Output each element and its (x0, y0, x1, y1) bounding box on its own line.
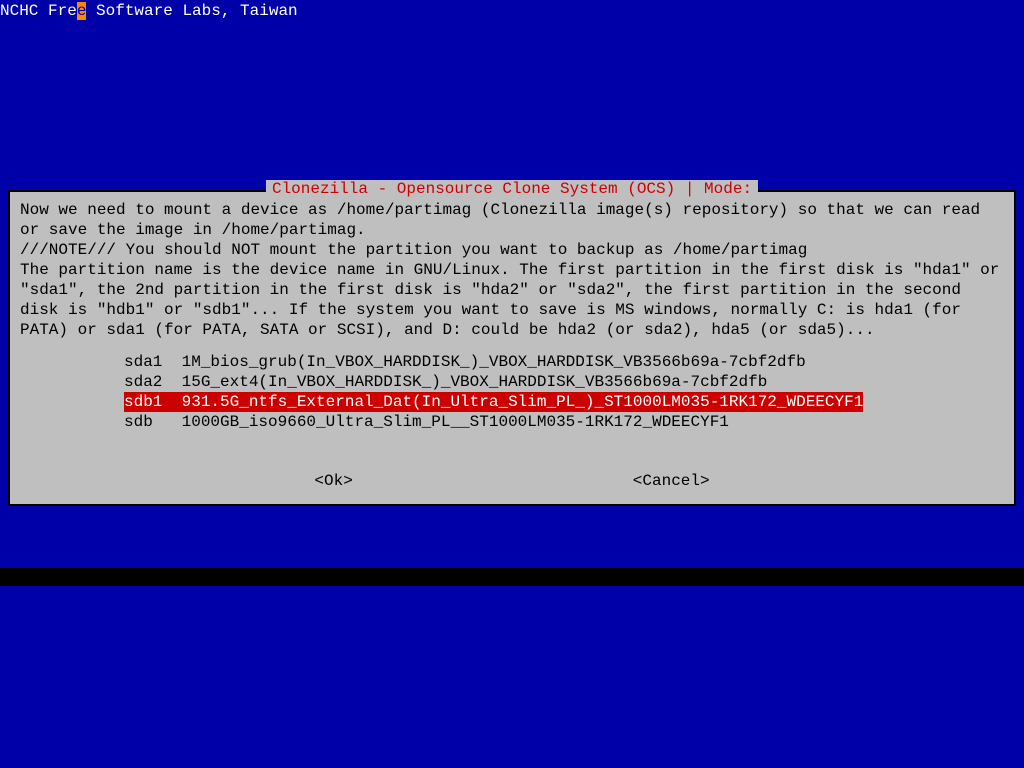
ok-button[interactable]: <Ok> (314, 472, 352, 490)
button-row: <Ok> <Cancel> (20, 472, 1004, 490)
bottom-black-band (0, 568, 1024, 586)
dialog-title: Clonezilla - Opensource Clone System (OC… (266, 180, 758, 198)
header-suffix: Software Labs, Taiwan (86, 2, 297, 20)
device-option-sdb[interactable]: sdb 1000GB_iso9660_Ultra_Slim_PL__ST1000… (124, 412, 1004, 432)
cancel-button[interactable]: <Cancel> (633, 472, 710, 490)
header-prefix: NCHC Fre (0, 2, 77, 20)
device-option-sda2[interactable]: sda2 15G_ext4(In_VBOX_HARDDISK_)_VBOX_HA… (124, 372, 1004, 392)
dialog-body: Now we need to mount a device as /home/p… (20, 200, 1004, 340)
header-bar: NCHC Free Software Labs, Taiwan (0, 0, 1024, 22)
dialog-wrapper: Clonezilla - Opensource Clone System (OC… (8, 190, 1016, 506)
device-option-sdb1[interactable]: sdb1 931.5G_ntfs_External_Dat(In_Ultra_S… (124, 392, 863, 412)
device-option-sda1[interactable]: sda1 1M_bios_grub(In_VBOX_HARDDISK_)_VBO… (124, 352, 1004, 372)
device-option-list[interactable]: sda1 1M_bios_grub(In_VBOX_HARDDISK_)_VBO… (20, 352, 1004, 432)
mount-device-dialog: Clonezilla - Opensource Clone System (OC… (8, 190, 1016, 506)
header-cursor: e (77, 2, 87, 20)
